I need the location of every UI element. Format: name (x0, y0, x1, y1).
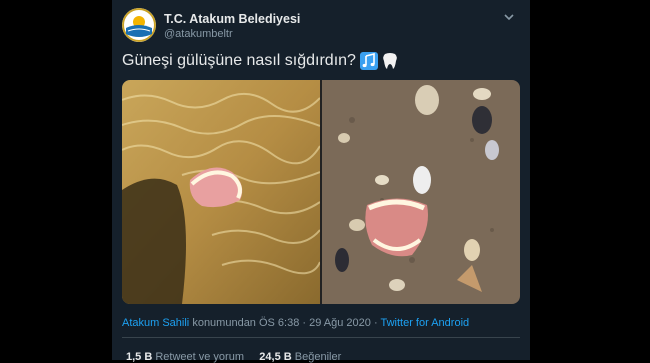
tweet-media[interactable] (122, 80, 520, 304)
divider (122, 337, 520, 338)
tweet-text-row: Güneşi gülüşüne nasıl sığdırdın? (122, 52, 398, 70)
source-link[interactable]: Twitter for Android (380, 317, 469, 329)
tweet-header: T.C. Atakum Belediyesi @atakumbeltr (122, 8, 520, 44)
timestamp: konumundan ÖS 6:38 · 29 Ağu 2020 · (189, 317, 381, 329)
tweet-stats: 1,5 B Retweet ve yorum 24,5 B Beğeniler (126, 351, 341, 363)
display-name[interactable]: T.C. Atakum Belediyesi (164, 12, 300, 26)
like-label: Beğeniler (291, 351, 342, 363)
like-count: 24,5 B (259, 351, 292, 363)
user-handle[interactable]: @atakumbeltr (164, 28, 233, 40)
avatar[interactable] (122, 8, 156, 42)
retweet-count: 1,5 B (126, 351, 153, 363)
tweet-card: T.C. Atakum Belediyesi @atakumbeltr Güne… (112, 0, 530, 363)
tweet-text: Güneşi gülüşüne nasıl sığdırdın? (122, 52, 356, 69)
location-link[interactable]: Atakum Sahili (122, 317, 189, 329)
photo-sand-dentures[interactable] (322, 80, 520, 304)
retweet-label: Retweet ve yorum (152, 351, 244, 363)
chevron-down-icon[interactable] (502, 10, 516, 24)
photo-underwater-dentures[interactable] (122, 80, 320, 304)
tweet-meta: Atakum Sahili konumundan ÖS 6:38 · 29 Ağ… (122, 317, 469, 329)
like-stat[interactable]: 24,5 B Beğeniler (259, 351, 341, 363)
musical-notes-icon (359, 52, 378, 70)
retweet-stat[interactable]: 1,5 B Retweet ve yorum (126, 351, 244, 363)
tooth-icon (383, 53, 397, 69)
